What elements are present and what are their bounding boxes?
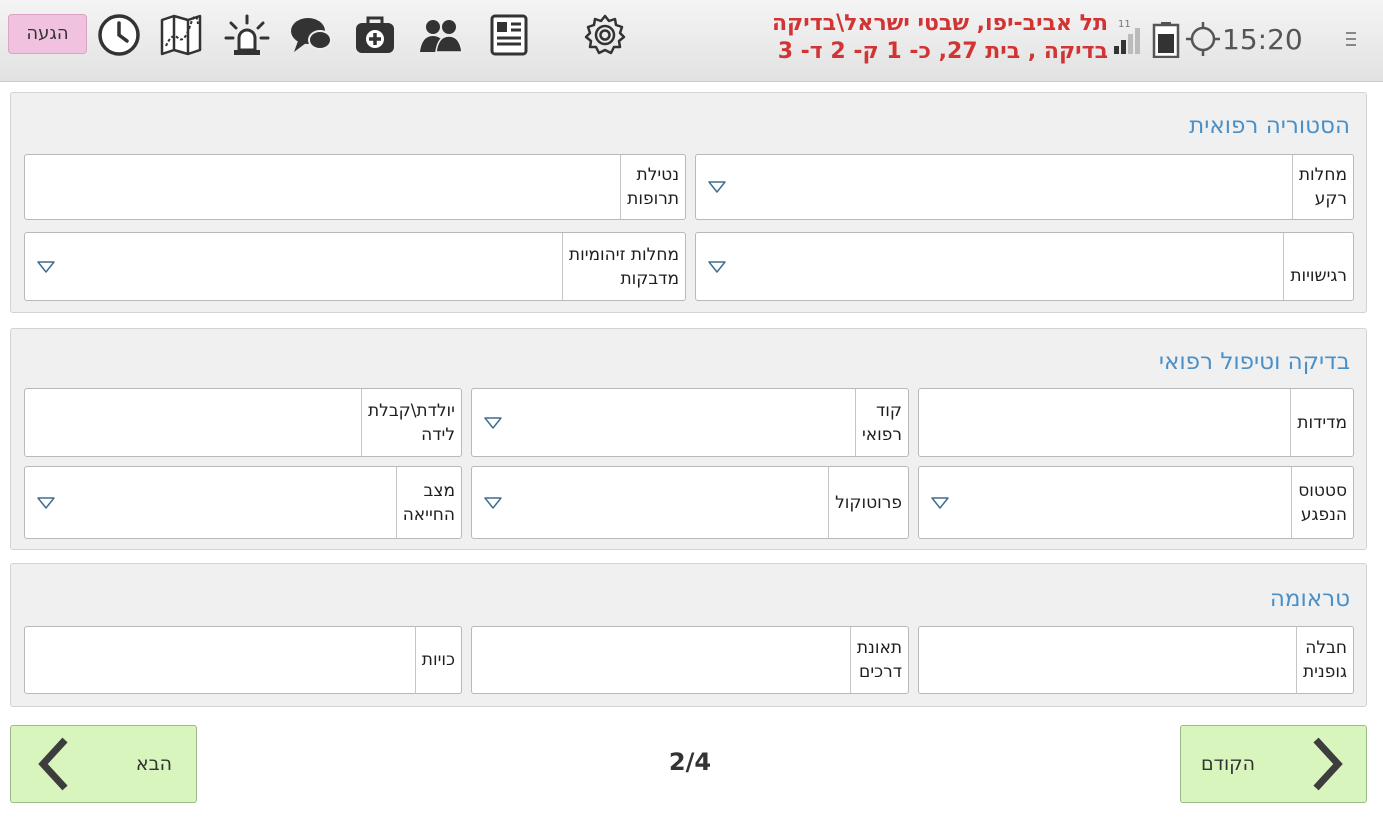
field-label: סטטוס הנפגע <box>1291 467 1347 538</box>
field-label: כויות <box>414 627 455 693</box>
field-label: תאונת דרכים <box>849 627 902 693</box>
team-icon[interactable] <box>418 12 464 58</box>
map-icon[interactable] <box>158 12 204 58</box>
address-line-2: בדיקה , בית 27, כ- 1 ק- 2 ד- 3 <box>777 39 1108 64</box>
medkit-icon[interactable] <box>352 12 398 58</box>
previous-button[interactable]: הקודם <box>1180 725 1367 803</box>
address-line-1: תל אביב-יפו, שבטי ישראל\בדיקה <box>771 11 1108 36</box>
exam-treatment-section: בדיקה וטיפול רפואי מדידות קוד רפואי יולדת… <box>10 328 1367 550</box>
patient-status-field[interactable]: סטטוס הנפגע <box>918 466 1354 539</box>
bodily-injury-field[interactable]: חבלה גופנית <box>918 626 1354 694</box>
incident-address: תל אביב-יפו, שבטי ישראל\בדיקה בדיקה , בי… <box>700 10 1108 66</box>
dropdown-arrow-icon[interactable] <box>484 416 502 429</box>
background-diseases-field[interactable]: מחלות רקע <box>695 154 1354 220</box>
medications-field[interactable]: נטילת תרופות <box>24 154 686 220</box>
field-label: פרוטוקול <box>828 467 902 538</box>
trauma-title: טראומה <box>1269 586 1350 612</box>
field-label: מדידות <box>1290 389 1347 456</box>
protocol-field[interactable]: פרוטוקול <box>471 466 909 539</box>
signal-icon: 11 <box>1112 16 1142 56</box>
dropdown-arrow-icon[interactable] <box>708 181 726 193</box>
field-label: מצב החייאה <box>395 467 455 538</box>
allergies-field[interactable]: רגישויות <box>695 232 1354 301</box>
field-label: נטילת תרופות <box>620 155 679 219</box>
field-label: מחלות רקע <box>1291 155 1347 219</box>
medical-code-field[interactable]: קוד רפואי <box>471 388 909 457</box>
gps-icon <box>1186 22 1220 56</box>
signal-badge: 11 <box>1118 19 1131 30</box>
medical-history-title: הסטוריה רפואית <box>1189 113 1350 139</box>
field-label: קוד רפואי <box>854 389 902 456</box>
dropdown-arrow-icon[interactable] <box>37 496 55 509</box>
dropdown-arrow-icon[interactable] <box>37 260 55 273</box>
field-label: רגישויות <box>1283 233 1347 300</box>
field-label: יולדת\קבלת לידה <box>360 389 455 456</box>
next-label: הבא <box>135 753 172 775</box>
page-indicator: 2/4 <box>668 748 712 776</box>
medical-history-section: הסטוריה רפואית מחלות רקע נטילת תרופות רגיש… <box>10 92 1367 313</box>
measurements-field[interactable]: מדידות <box>918 388 1354 457</box>
resuscitation-field[interactable]: מצב החייאה <box>24 466 462 539</box>
dropdown-arrow-icon[interactable] <box>484 496 502 509</box>
road-accident-field[interactable]: תאונת דרכים <box>471 626 909 694</box>
trauma-section: טראומה חבלה גופנית תאונת דרכים כויות <box>10 563 1367 707</box>
menu-icon[interactable] <box>1342 28 1360 50</box>
next-button[interactable]: הבא <box>10 725 197 803</box>
exam-treatment-title: בדיקה וטיפול רפואי <box>1158 349 1350 375</box>
dropdown-arrow-icon[interactable] <box>931 496 949 509</box>
form-icon[interactable] <box>486 12 532 58</box>
settings-icon[interactable] <box>582 12 628 58</box>
siren-icon[interactable] <box>224 12 270 58</box>
clock-icon[interactable] <box>96 12 142 58</box>
chat-icon[interactable] <box>288 12 334 58</box>
field-label: חבלה גופנית <box>1295 627 1347 693</box>
status-clock: 15:20 <box>1222 23 1303 56</box>
chevron-left-icon <box>35 736 71 792</box>
arrive-button[interactable]: הגעה <box>8 14 87 54</box>
field-label: מחלות זיהומיות מדבקות <box>561 233 679 300</box>
top-bar: הגעה תל אביב-יפו, שבטי ישראל\בדיקה בדיקה… <box>0 0 1383 82</box>
previous-label: הקודם <box>1201 753 1256 775</box>
chevron-right-icon <box>1310 736 1346 792</box>
birth-field[interactable]: יולדת\קבלת לידה <box>24 388 462 457</box>
infectious-diseases-field[interactable]: מחלות זיהומיות מדבקות <box>24 232 686 301</box>
burns-field[interactable]: כויות <box>24 626 462 694</box>
dropdown-arrow-icon[interactable] <box>708 260 726 273</box>
battery-icon <box>1152 22 1180 59</box>
